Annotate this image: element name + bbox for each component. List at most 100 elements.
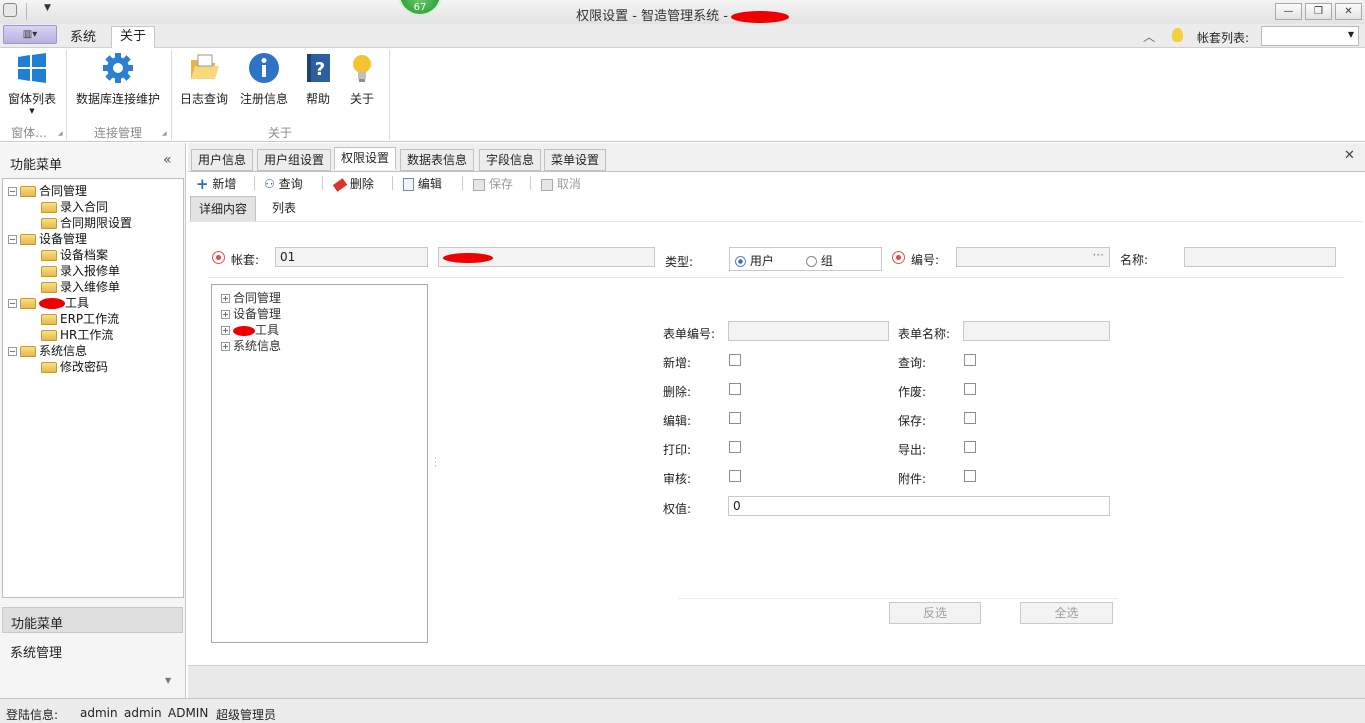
form-name-input[interactable] [963, 321, 1110, 341]
collapse-icon[interactable]: − [8, 347, 17, 356]
help-button[interactable]: ? 帮助 [296, 52, 340, 107]
tree-item[interactable]: + 设备管理 [221, 305, 281, 322]
perm-add-label: 新增: [663, 356, 692, 370]
tree-item[interactable]: ERP工作流 [41, 310, 119, 327]
tree-item[interactable]: − 合同管理 [8, 182, 87, 199]
about-button[interactable]: 关于 [342, 52, 382, 107]
tab-list[interactable]: 列表 [264, 196, 304, 221]
tree-item[interactable]: 录入合同 [41, 198, 108, 215]
radio-user[interactable]: 用户 [735, 252, 774, 269]
window-list-label: 窗体列表 [7, 92, 56, 106]
collapse-icon[interactable]: − [8, 235, 17, 244]
chevron-down-icon: ▼ [1347, 30, 1354, 39]
perm-delete-checkbox[interactable] [729, 383, 741, 395]
query-button[interactable]: ⚇ 查询 [264, 175, 303, 192]
delete-button[interactable]: 删除 [332, 175, 374, 192]
tab-permissions[interactable]: 权限设置 [334, 147, 397, 170]
tab-detail[interactable]: 详细内容 [190, 196, 257, 221]
lightbulb-icon[interactable] [1172, 28, 1183, 42]
tree-item[interactable]: HR工作流 [41, 326, 113, 343]
db-connection-button[interactable]: 数据库连接维护 [73, 52, 163, 107]
code-input[interactable]: ··· [956, 247, 1110, 267]
login-info-label: 登陆信息: [6, 708, 59, 722]
form-code-input[interactable] [728, 321, 889, 341]
tree-item[interactable]: 录入报修单 [41, 262, 120, 279]
tree-item[interactable]: 修改密码 [41, 358, 108, 375]
perm-void-checkbox[interactable] [964, 383, 976, 395]
collapse-sidebar-icon[interactable]: « [163, 152, 172, 168]
save-button[interactable]: 保存 [473, 175, 513, 192]
tree-item[interactable]: + 系统信息 [221, 337, 281, 354]
ellipsis-button[interactable]: ··· [1093, 248, 1104, 262]
folder-icon [41, 250, 57, 261]
perm-add-checkbox[interactable] [729, 354, 741, 366]
radio-group[interactable]: 组 [806, 252, 833, 269]
tab-system[interactable]: 系统 [62, 28, 104, 48]
perm-attach-label: 附件: [898, 472, 927, 486]
perm-audit-checkbox[interactable] [729, 470, 741, 482]
close-window-button[interactable]: ✕ [1335, 3, 1362, 20]
perm-edit-checkbox[interactable] [729, 412, 741, 424]
edit-button[interactable]: 编辑 [403, 175, 442, 192]
perm-attach-checkbox[interactable] [964, 470, 976, 482]
restore-button[interactable]: ❐ [1305, 3, 1332, 20]
perm-print-checkbox[interactable] [729, 441, 741, 453]
close-tab-icon[interactable]: ✕ [1344, 148, 1355, 163]
group-launcher-icon[interactable]: ◢ [162, 130, 167, 137]
tab-user-group[interactable]: 用户组设置 [257, 149, 332, 171]
splitter-handle[interactable]: · · · [434, 455, 437, 472]
collapse-icon[interactable]: − [8, 299, 17, 308]
tab-user-info[interactable]: 用户信息 [191, 149, 254, 171]
login-code: ADMIN [168, 706, 209, 720]
group-launcher-icon[interactable]: ◢ [58, 130, 63, 137]
tree-item[interactable]: − 工具 [8, 294, 89, 311]
perm-query-checkbox[interactable] [964, 354, 976, 366]
window-list-button[interactable]: 窗体列表 ▼ [5, 52, 59, 115]
account-list-select[interactable]: ▼ [1261, 26, 1359, 46]
account-name-display[interactable] [438, 247, 655, 267]
perm-save-label: 保存: [898, 414, 927, 428]
nav-group-function-menu[interactable]: 功能菜单 [2, 607, 183, 633]
collapse-ribbon-icon[interactable]: ︿ [1143, 28, 1155, 45]
tree-item[interactable]: − 设备管理 [8, 230, 87, 247]
tab-field-info[interactable]: 字段信息 [479, 149, 542, 171]
login-user: admin [80, 706, 118, 720]
weight-input[interactable]: 0 [728, 496, 1110, 516]
minimize-button[interactable]: — [1275, 3, 1302, 20]
tree-item[interactable]: 设备档案 [41, 246, 108, 263]
perm-export-checkbox[interactable] [964, 441, 976, 453]
collapse-icon[interactable]: − [8, 187, 17, 196]
account-input[interactable]: 01 [275, 247, 428, 267]
invert-selection-button[interactable]: 反选 [889, 602, 981, 624]
binoculars-icon: ⚇ [264, 177, 275, 191]
tab-about[interactable]: 关于 [111, 26, 156, 49]
cancel-icon [541, 178, 553, 191]
lightbulb-icon [353, 55, 371, 82]
tree-item[interactable]: − 系统信息 [8, 342, 87, 359]
toolbar-separator [392, 176, 393, 190]
register-info-button[interactable]: 注册信息 [237, 52, 291, 107]
tree-item[interactable]: + 工具 [221, 321, 279, 338]
cancel-button[interactable]: 取消 [541, 175, 581, 192]
windows-icon [18, 53, 46, 83]
expand-icon[interactable]: + [221, 294, 230, 303]
tree-item[interactable]: + 合同管理 [221, 289, 281, 306]
type-label: 类型: [665, 255, 694, 269]
expand-icon[interactable]: + [221, 326, 230, 335]
expand-icon[interactable]: + [221, 342, 230, 351]
tab-table-info[interactable]: 数据表信息 [400, 149, 475, 171]
select-all-button[interactable]: 全选 [1020, 602, 1113, 624]
folder-icon [41, 202, 57, 213]
application-menu-button[interactable]: ▥▾ [3, 25, 57, 44]
nav-group-system-management[interactable]: 系统管理 [2, 637, 183, 663]
tree-item[interactable]: 合同期限设置 [41, 214, 132, 231]
expand-icon[interactable]: + [221, 310, 230, 319]
name-input[interactable] [1184, 247, 1336, 267]
add-button[interactable]: + 新增 [196, 175, 236, 193]
perm-save-checkbox[interactable] [964, 412, 976, 424]
tab-menu-settings[interactable]: 菜单设置 [544, 149, 607, 171]
log-query-button[interactable]: 日志查询 [177, 52, 231, 107]
nav-overflow-icon[interactable]: ▼ [165, 676, 171, 685]
log-query-label: 日志查询 [179, 92, 228, 106]
tree-item[interactable]: 录入维修单 [41, 278, 120, 295]
